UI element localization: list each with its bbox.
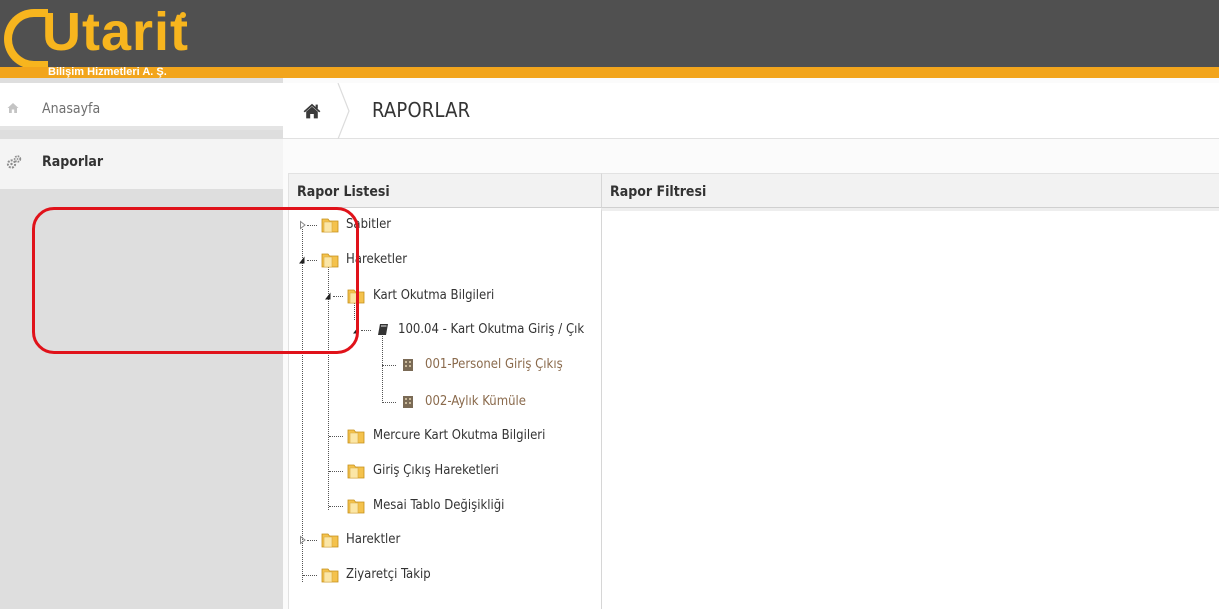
report-item-001-personel-giris-cikis[interactable]: 001-Personel Giriş Çıkış <box>289 354 589 376</box>
cogs-icon <box>6 154 22 169</box>
tree-node-mercure-kart-okutma-bilgileri[interactable]: Mercure Kart Okutma Bilgileri <box>289 425 589 447</box>
registered-mark <box>180 12 186 18</box>
report-icon <box>403 396 413 408</box>
collapse-arrow-icon[interactable] <box>324 291 332 301</box>
breadcrumb-separator <box>337 83 350 139</box>
logo-text: Utarit <box>42 2 190 62</box>
folder-icon <box>321 533 339 548</box>
tree-node-harektler[interactable]: Harektler <box>289 529 429 551</box>
home-icon <box>303 103 321 119</box>
tree-node-label: 002-Aylık Kümüle <box>425 394 526 409</box>
folder-icon <box>347 429 365 444</box>
top-header-bar: Utarit Bilişim Hizmetleri A. Ş. <box>0 0 1219 78</box>
sidebar-item-label: Anasayfa <box>42 101 101 117</box>
book-icon <box>378 324 388 335</box>
tree-node-hareketler[interactable]: Hareketler <box>289 249 429 271</box>
breadcrumb-home-button[interactable] <box>283 83 341 139</box>
collapse-arrow-icon[interactable] <box>298 255 306 265</box>
tree-node-giris-cikis-hareketleri[interactable]: Giriş Çıkış Hareketleri <box>289 460 569 482</box>
report-filter-title: Rapor Filtresi <box>610 184 707 200</box>
report-list-title: Rapor Listesi <box>297 184 390 200</box>
logo-tagline: Bilişim Hizmetleri A. Ş. <box>48 66 167 78</box>
tree-node-kart-okutma-bilgileri[interactable]: Kart Okutma Bilgileri <box>289 285 549 307</box>
tree-node-mesai-tablo-degisikligi[interactable]: Mesai Tablo Değişikliği <box>289 495 569 517</box>
folder-icon <box>321 568 339 583</box>
tree-node-label: Mesai Tablo Değişikliği <box>373 498 505 513</box>
folder-icon <box>321 218 339 233</box>
tree-node-label: Giriş Çıkış Hareketleri <box>373 463 499 478</box>
report-tree: Sabitler Hareketler Kart Okutma Bilgiler… <box>289 208 602 609</box>
folder-icon <box>347 464 365 479</box>
tree-node-100-04-kart-okutma[interactable]: 100.04 - Kart Okutma Giriş / Çık <box>289 319 602 341</box>
expand-arrow-icon[interactable] <box>299 220 307 230</box>
home-icon <box>6 102 20 116</box>
main-content: RAPORLAR Rapor Listesi Sabitler Hareketl… <box>283 78 1219 609</box>
tree-node-label: Harektler <box>346 532 401 547</box>
report-icon <box>403 359 413 371</box>
report-item-002-aylik-kumule[interactable]: 002-Aylık Kümüle <box>289 391 569 413</box>
tree-node-label: Mercure Kart Okutma Bilgileri <box>373 428 546 443</box>
tree-node-ziyaretci-takip[interactable]: Ziyaretçi Takip <box>289 564 469 586</box>
sidebar-item-anasayfa[interactable]: Anasayfa <box>0 83 283 130</box>
report-filter-panel-header: Rapor Filtresi <box>601 173 1219 208</box>
report-tree-panel: Sabitler Hareketler Kart Okutma Bilgiler… <box>288 208 601 609</box>
tree-node-label: Ziyaretçi Takip <box>346 567 431 582</box>
collapse-arrow-icon[interactable] <box>352 325 360 335</box>
page-header: RAPORLAR <box>283 83 1219 139</box>
tree-node-label: 100.04 - Kart Okutma Giriş / Çık <box>398 322 585 337</box>
sidebar-item-label: Raporlar <box>42 154 104 170</box>
folder-icon <box>347 289 365 304</box>
tree-node-label: 001-Personel Giriş Çıkış <box>425 357 563 372</box>
tree-node-sabitler[interactable]: Sabitler <box>289 214 409 236</box>
report-list-panel-header: Rapor Listesi <box>288 173 601 208</box>
tree-node-label: Sabitler <box>346 217 392 232</box>
report-filter-panel <box>601 208 1219 609</box>
sidebar-item-raporlar[interactable]: Raporlar <box>0 139 283 189</box>
header-accent-strip <box>0 67 1219 78</box>
page-title: RAPORLAR <box>372 98 471 122</box>
folder-icon <box>321 253 339 268</box>
expand-arrow-icon[interactable] <box>299 535 307 545</box>
tree-node-label: Hareketler <box>346 252 408 267</box>
tree-node-label: Kart Okutma Bilgileri <box>373 288 495 303</box>
folder-icon <box>347 499 365 514</box>
sidebar: Anasayfa Raporlar <box>0 78 283 609</box>
